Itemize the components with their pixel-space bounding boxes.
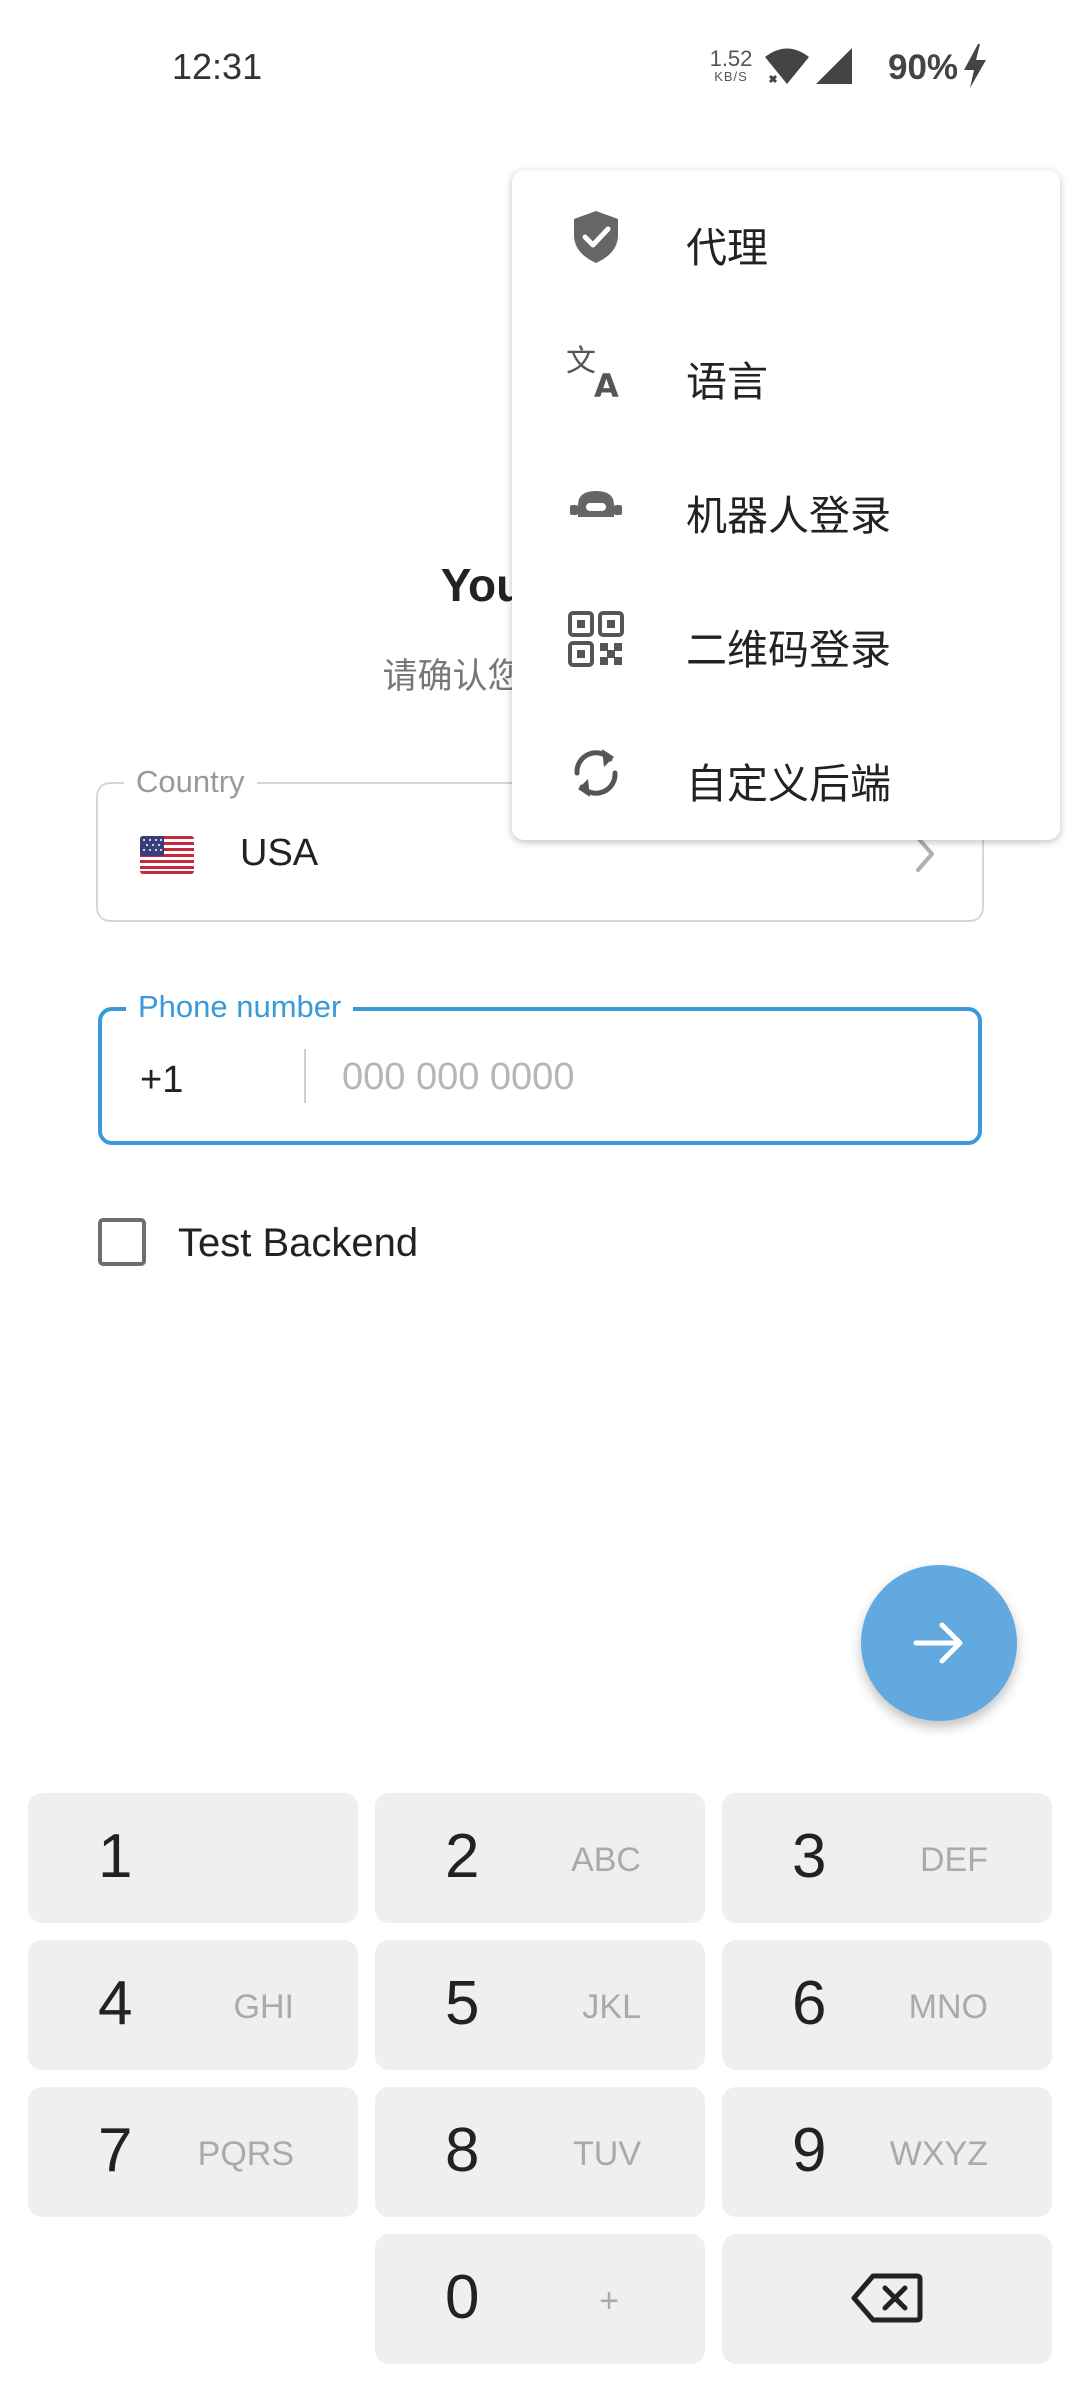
status-time: 12:31 [172,46,263,87]
network-speed-unit: KB/S [714,69,748,84]
key-digit: 1 [98,1822,133,1891]
svg-text:A: A [594,367,619,401]
key-digit: 5 [445,1969,480,2038]
key-9[interactable]: 9 WXYZ [722,2087,1052,2217]
key-digit: 0 [445,2263,480,2332]
menu-item-bot-login[interactable]: 机器人登录 [512,438,1060,572]
phone-number-input[interactable] [342,1049,942,1105]
sync-icon [574,749,618,797]
key-7[interactable]: 7 PQRS [28,2087,358,2217]
menu-item-label: 机器人登录 [686,493,891,539]
key-digit: 8 [445,2116,480,2185]
key-digit: 6 [792,1969,827,2038]
arrow-right-icon [913,1622,963,1664]
country-field-label: Country [124,764,257,800]
key-1[interactable]: 1 [28,1793,358,1923]
country-code[interactable]: +1 [140,1059,183,1102]
phone-field-label: Phone number [126,989,354,1025]
key-8[interactable]: 8 TUV [375,2087,705,2217]
key-6[interactable]: 6 MNO [722,1940,1052,2070]
overflow-menu: 代理 文 A 语言 机器人登录 二维码登录 自定义后端 [512,170,1060,840]
key-letters: WXYZ [889,2135,988,2173]
backspace-icon [851,2273,923,2323]
key-3[interactable]: 3 DEF [722,1793,1052,1923]
usa-flag-icon [140,836,194,874]
menu-item-label: 自定义后端 [686,761,891,807]
phone-number-field[interactable]: Phone number +1 [98,989,982,1145]
network-speed: 1.52 KB/S [706,46,756,84]
key-digit: 4 [98,1969,133,2038]
key-2[interactable]: 2 ABC [375,1793,705,1923]
key-0[interactable]: 0 + [375,2234,705,2364]
svg-text:文: 文 [566,344,596,379]
key-5[interactable]: 5 JKL [375,1940,705,2070]
key-letters: MNO [908,1988,988,2026]
key-letters: DEF [920,1841,988,1879]
cellular-signal-icon [816,48,852,84]
key-letters: ABC [571,1841,641,1879]
network-speed-value: 1.52 [709,46,753,71]
key-4[interactable]: 4 GHI [28,1940,358,2070]
battery-percent: 90% [888,48,959,87]
test-backend-checkbox[interactable] [98,1218,146,1266]
menu-item-label: 二维码登录 [686,627,891,673]
key-digit: 7 [98,2116,133,2185]
shield-check-icon [574,211,618,263]
key-digit: 3 [792,1822,827,1891]
menu-item-qr-login[interactable]: 二维码登录 [512,572,1060,706]
key-letters: TUV [573,2135,641,2173]
status-bar: 12:31 1.52 KB/S 90% [0,0,1080,130]
menu-item-custom-backend[interactable]: 自定义后端 [512,706,1060,840]
key-digit: 9 [792,2116,827,2185]
menu-item-label: 代理 [686,225,768,271]
key-letters: PQRS [197,2135,294,2173]
backspace-key[interactable] [722,2234,1052,2364]
wifi-icon [765,48,809,84]
key-letters: GHI [233,1988,294,2026]
qr-code-icon [568,611,624,667]
key-digit: 2 [445,1822,480,1891]
menu-item-label: 语言 [686,359,768,405]
test-backend-label[interactable]: Test Backend [178,1221,418,1266]
key-letters: JKL [582,1988,641,2026]
key-letters: + [599,2282,619,2320]
chevron-right-icon [916,836,934,872]
translate-icon: 文 A [566,344,619,401]
menu-item-language[interactable]: 文 A 语言 [512,304,1060,438]
numeric-keypad: 1 2 ABC 3 DEF 4 GHI 5 JKL 6 MNO 7 PQRS 8… [0,1780,1080,2400]
field-divider [304,1049,306,1103]
country-name: USA [240,832,319,874]
next-button[interactable] [861,1565,1017,1721]
charging-bolt-icon [964,44,986,88]
menu-item-proxy[interactable]: 代理 [512,170,1060,304]
bot-icon [570,491,622,517]
